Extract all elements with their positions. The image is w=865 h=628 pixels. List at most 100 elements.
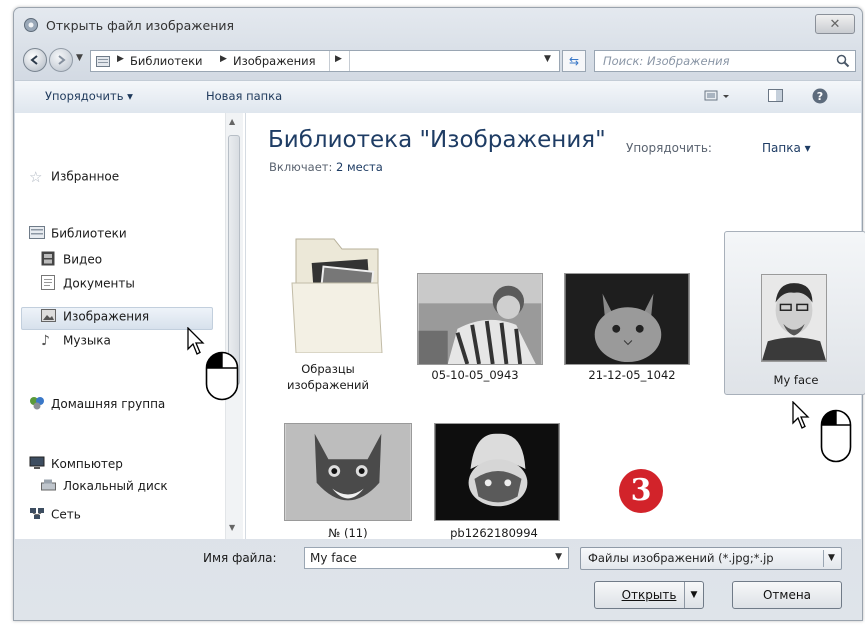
sidebar-item-network[interactable]: Сеть <box>29 507 81 523</box>
refresh-icon: ⇆ <box>568 54 580 68</box>
file-caption: My face <box>773 373 819 387</box>
command-toolbar: Упорядочить ▾ Новая папка ? <box>15 80 861 114</box>
sidebar-item-label: Документы <box>63 276 135 291</box>
scroll-thumb[interactable] <box>228 135 240 385</box>
file-type-value: Файлы изображений (*.jpg;*.jp <box>588 551 774 565</box>
star-icon: ☆ <box>29 168 43 186</box>
sidebar-item-homegroup[interactable]: Домашняя группа <box>29 396 165 413</box>
includes-locations-link[interactable]: 2 места <box>336 160 383 174</box>
preview-pane-icon[interactable] <box>767 87 785 105</box>
open-image-dialog: Открыть файл изображения ✕ ▼ ▶ Библиотек… <box>13 7 865 621</box>
open-button-label: Открыть <box>621 588 677 602</box>
library-folder-icon <box>96 56 110 67</box>
svg-text:?: ? <box>817 90 823 103</box>
arrange-by-label: Упорядочить: <box>626 141 712 155</box>
scroll-down-icon[interactable]: ▼ <box>229 523 235 532</box>
file-caption: 21-12-05_1042 <box>588 368 676 382</box>
back-button[interactable] <box>23 48 47 72</box>
images-icon <box>41 309 59 325</box>
title-bar: Открыть файл изображения ✕ <box>14 8 862 42</box>
recent-pages-dropdown[interactable]: ▼ <box>76 53 83 63</box>
sidebar-item-favorites[interactable]: ☆ Избранное <box>29 168 119 186</box>
arrow-left-icon <box>30 55 38 65</box>
app-icon <box>24 18 38 32</box>
sidebar-item-local-disk[interactable]: Локальный диск <box>41 479 168 494</box>
photo-thumbnail <box>564 273 690 365</box>
library-title: Библиотека "Изображения" <box>268 127 606 153</box>
view-options-icon[interactable] <box>704 87 732 105</box>
folder-icon <box>291 238 383 353</box>
open-button[interactable]: Открыть ▼ <box>594 581 704 609</box>
sidebar-item-label: Компьютер <box>51 457 123 471</box>
sidebar-item-music[interactable]: ♪ Музыка <box>41 333 111 349</box>
address-bar[interactable]: ▶ Библиотеки ▶ Изображения ▶ ▼ <box>90 50 560 72</box>
file-type-filter[interactable]: Файлы изображений (*.jpg;*.jp ▼ <box>580 547 842 570</box>
navigation-pane: ☆ Избранное Библиотеки Видео Документы Из… <box>15 113 246 539</box>
breadcrumb-separator-icon[interactable]: ▶ <box>335 54 342 64</box>
music-note-icon: ♪ <box>41 333 50 349</box>
cancel-button[interactable]: Отмена <box>732 581 842 609</box>
breadcrumb-separator-icon[interactable]: ▶ <box>220 54 227 64</box>
search-placeholder: Поиск: Изображения <box>603 54 730 68</box>
file-caption: 05-10-05_0943 <box>431 368 519 382</box>
sidebar-item-documents[interactable]: Документы <box>41 275 135 293</box>
scroll-up-icon[interactable]: ▲ <box>229 117 235 126</box>
sidebar-item-images[interactable]: Изображения <box>41 309 149 325</box>
homegroup-icon <box>29 396 47 413</box>
new-folder-button[interactable]: Новая папка <box>206 89 282 103</box>
sidebar-item-label: Сеть <box>51 507 81 522</box>
sidebar-item-computer[interactable]: Компьютер <box>29 456 123 473</box>
libraries-icon <box>29 226 47 242</box>
filename-input[interactable]: My face ▼ <box>304 547 569 569</box>
close-button[interactable]: ✕ <box>815 14 855 34</box>
drive-icon <box>41 479 59 494</box>
mouse-left-click-icon <box>205 351 239 401</box>
network-icon <box>29 507 47 523</box>
breadcrumb-divider <box>349 51 350 71</box>
file-tile[interactable]: pb1262180994 <box>426 393 562 553</box>
arrow-right-icon <box>58 55 66 65</box>
open-options-dropdown-icon[interactable]: ▼ <box>684 582 703 608</box>
mouse-pointer-icon <box>792 401 810 429</box>
file-tile-selected[interactable]: My face <box>724 231 865 395</box>
photo-thumbnail <box>434 423 560 521</box>
breadcrumb-separator-icon[interactable]: ▶ <box>117 54 124 64</box>
file-tile[interactable]: 05-10-05_0943 <box>407 231 543 391</box>
chevron-down-icon[interactable]: ▼ <box>823 550 839 567</box>
photo-thumbnail <box>761 274 827 362</box>
file-caption: Образцы изображений <box>287 362 369 392</box>
video-icon <box>41 251 59 269</box>
computer-icon <box>29 456 47 473</box>
photo-thumbnail <box>284 423 412 521</box>
sidebar-item-label: Музыка <box>63 333 111 348</box>
organize-button[interactable]: Упорядочить ▾ <box>45 89 133 103</box>
forward-button[interactable] <box>49 48 73 72</box>
file-tile[interactable]: 21-12-05_1042 <box>564 231 700 391</box>
sidebar-item-libraries[interactable]: Библиотеки <box>29 226 127 242</box>
photo-thumbnail <box>417 273 543 365</box>
address-dropdown-icon[interactable]: ▼ <box>544 54 551 64</box>
documents-icon <box>41 275 59 293</box>
window-title: Открыть файл изображения <box>46 18 235 33</box>
navigation-bar: ▼ ▶ Библиотеки ▶ Изображения ▶ ▼ ⇆ Поиск… <box>14 44 862 78</box>
search-input[interactable]: Поиск: Изображения <box>594 50 856 72</box>
sidebar-item-label: Избранное <box>51 169 120 184</box>
filename-history-dropdown-icon[interactable]: ▼ <box>555 552 562 562</box>
refresh-button[interactable]: ⇆ <box>562 50 586 72</box>
sidebar-scrollbar[interactable]: ▲ ▼ <box>225 113 243 539</box>
dialog-footer: Имя файла: My face ▼ Файлы изображений (… <box>14 539 862 621</box>
sidebar-item-label: Локальный диск <box>63 479 168 493</box>
library-includes: Включает: 2 места <box>269 160 383 174</box>
sidebar-item-video[interactable]: Видео <box>41 251 102 269</box>
file-tile[interactable]: Образцы изображений <box>260 231 396 392</box>
sidebar-item-label: Видео <box>63 252 103 267</box>
sidebar-item-label: Библиотеки <box>51 226 127 241</box>
help-icon[interactable]: ? <box>811 87 829 105</box>
breadcrumb-libraries[interactable]: Библиотеки <box>130 54 203 68</box>
includes-label: Включает: <box>269 160 333 174</box>
breadcrumb-images[interactable]: Изображения <box>233 54 316 68</box>
step-number-badge: 3 <box>619 469 663 513</box>
sidebar-item-label: Изображения <box>63 309 150 324</box>
file-tile[interactable]: № (11) <box>256 393 412 553</box>
arrange-by-dropdown[interactable]: Папка ▾ <box>762 141 811 155</box>
